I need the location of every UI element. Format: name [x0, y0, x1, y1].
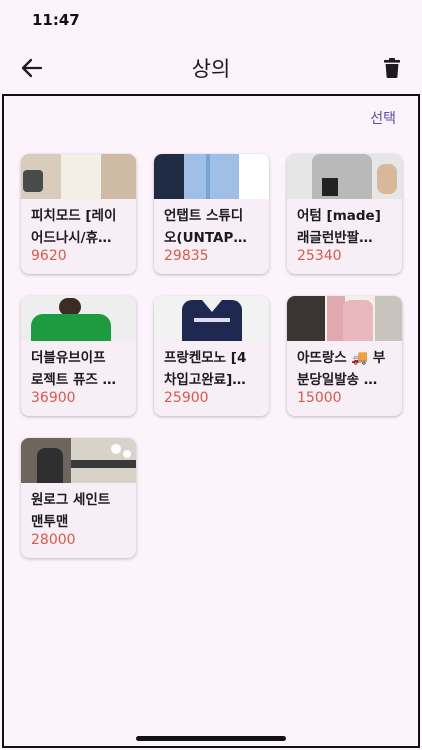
product-name: 아뜨랑스 🚚 부 분당일발송 … [297, 350, 386, 388]
product-price: 25340 [297, 248, 342, 264]
product-image [21, 438, 136, 483]
content-area: 선택 피치모드 [레이 어드나시/휴… 9620 언탭트 스튜디 오(UNTAP… [2, 94, 420, 748]
status-bar: 11:47 [0, 0, 422, 40]
product-image [287, 154, 402, 199]
product-name: 원로그 세인트 맨투맨 [31, 492, 111, 530]
product-price: 28000 [31, 532, 76, 548]
home-indicator [136, 736, 286, 741]
product-image [154, 296, 269, 341]
product-price: 29835 [164, 248, 209, 264]
page-title: 상의 [191, 57, 231, 81]
product-card[interactable]: 피치모드 [레이 어드나시/휴… 9620 [21, 154, 136, 274]
product-name: 언탭트 스튜디 오(UNTAP… [164, 208, 247, 246]
product-card[interactable]: 더블유브이프 로젝트 퓨즈 … 36900 [21, 296, 136, 416]
product-card[interactable]: 어텀 [made] 래글런반팔… 25340 [287, 154, 402, 274]
product-card[interactable]: 원로그 세인트 맨투맨 28000 [21, 438, 136, 558]
select-button[interactable]: 선택 [370, 108, 396, 128]
product-name: 더블유브이프 로젝트 퓨즈 … [31, 350, 116, 388]
product-image [21, 154, 136, 199]
product-price: 9620 [31, 248, 67, 264]
product-image [287, 296, 402, 341]
product-card[interactable]: 언탭트 스튜디 오(UNTAP… 29835 [154, 154, 269, 274]
product-price: 36900 [31, 390, 76, 406]
app-bar: 상의 [0, 46, 422, 90]
product-image [21, 296, 136, 341]
product-name: 피치모드 [레이 어드나시/휴… [31, 208, 117, 246]
delete-button[interactable] [378, 54, 406, 82]
product-card[interactable]: 아뜨랑스 🚚 부 분당일발송 … 15000 [287, 296, 402, 416]
trash-icon [384, 58, 400, 78]
product-name: 프랑켄모노 [4 차입고완료]… [164, 350, 247, 388]
product-price: 15000 [297, 390, 342, 406]
product-card[interactable]: 프랑켄모노 [4 차입고완료]… 25900 [154, 296, 269, 416]
product-image [154, 154, 269, 199]
product-name: 어텀 [made] 래글런반팔… [297, 208, 381, 246]
status-time: 11:47 [32, 11, 80, 29]
product-price: 25900 [164, 390, 209, 406]
